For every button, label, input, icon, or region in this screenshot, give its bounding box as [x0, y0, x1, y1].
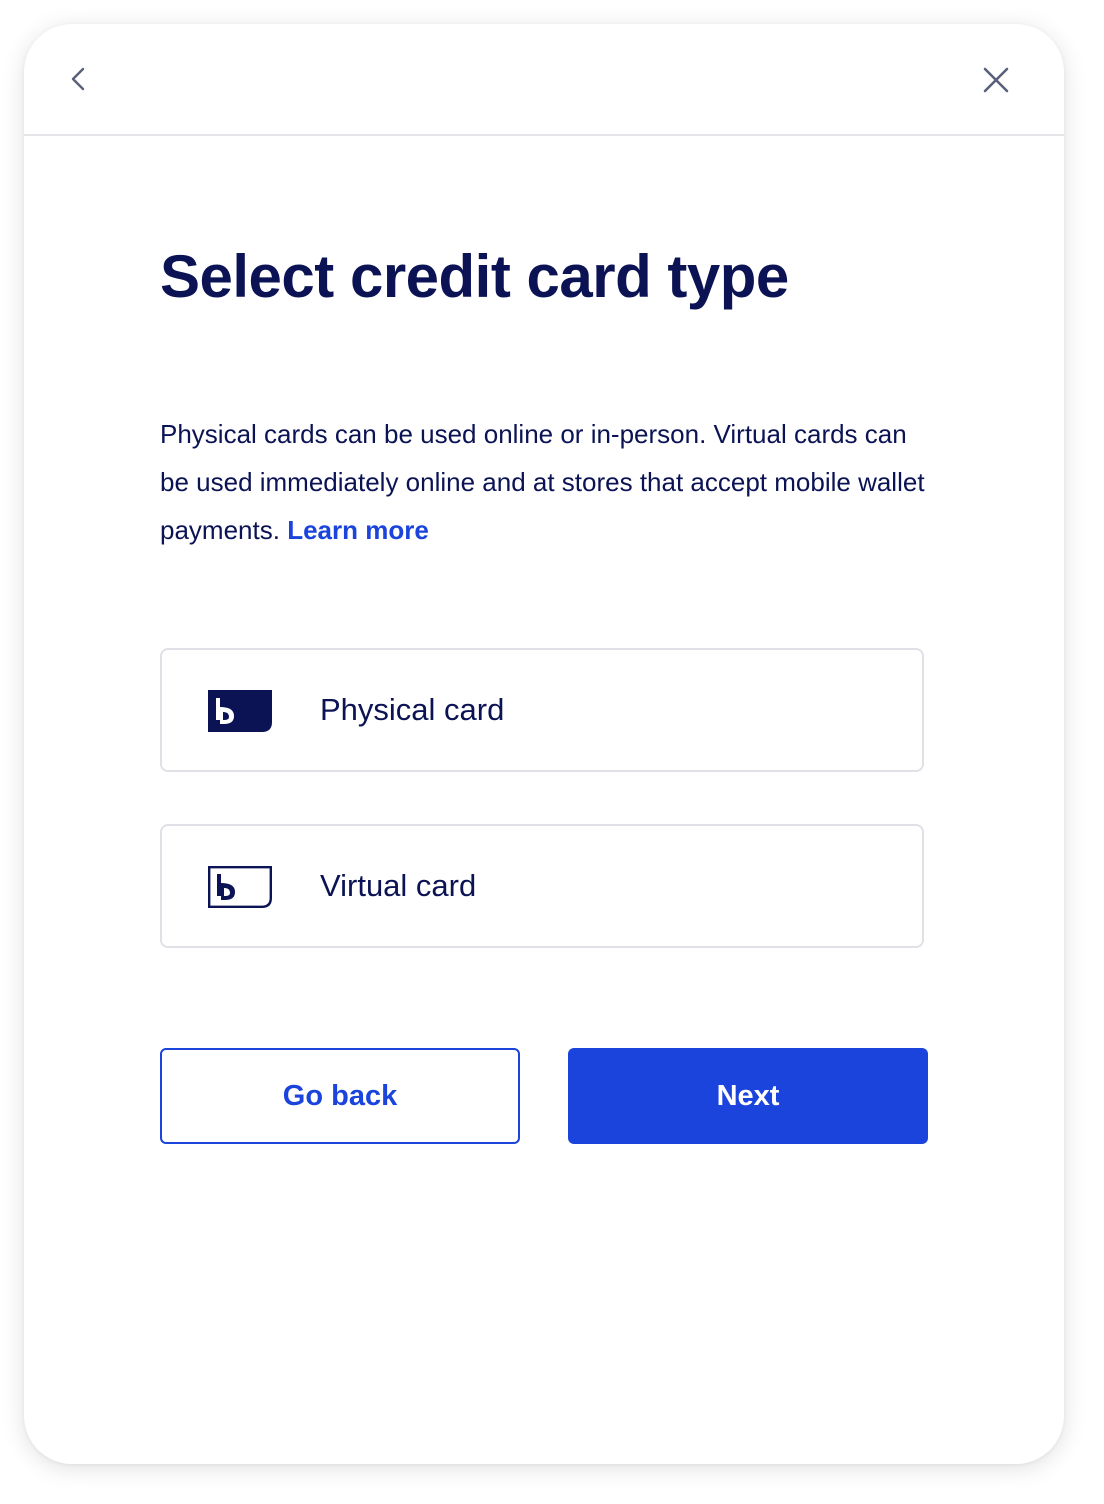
virtual-card-icon	[208, 866, 272, 908]
option-physical-card-label: Physical card	[320, 692, 505, 727]
modal-header	[24, 24, 1064, 136]
description-text: Physical cards can be used online or in-…	[160, 410, 940, 554]
option-physical-card[interactable]: Physical card	[160, 648, 924, 772]
option-virtual-card[interactable]: Virtual card	[160, 824, 924, 948]
go-back-button[interactable]: Go back	[160, 1048, 520, 1144]
physical-card-icon	[208, 690, 272, 732]
next-button[interactable]: Next	[568, 1048, 928, 1144]
chevron-left-icon[interactable]	[64, 64, 94, 94]
modal-dialog: Select credit card type Physical cards c…	[24, 24, 1064, 1464]
option-virtual-card-label: Virtual card	[320, 868, 477, 903]
close-icon[interactable]	[980, 64, 1012, 96]
learn-more-link[interactable]: Learn more	[287, 515, 429, 545]
page-title: Select credit card type	[160, 243, 789, 310]
description-body: Physical cards can be used online or in-…	[160, 419, 925, 545]
